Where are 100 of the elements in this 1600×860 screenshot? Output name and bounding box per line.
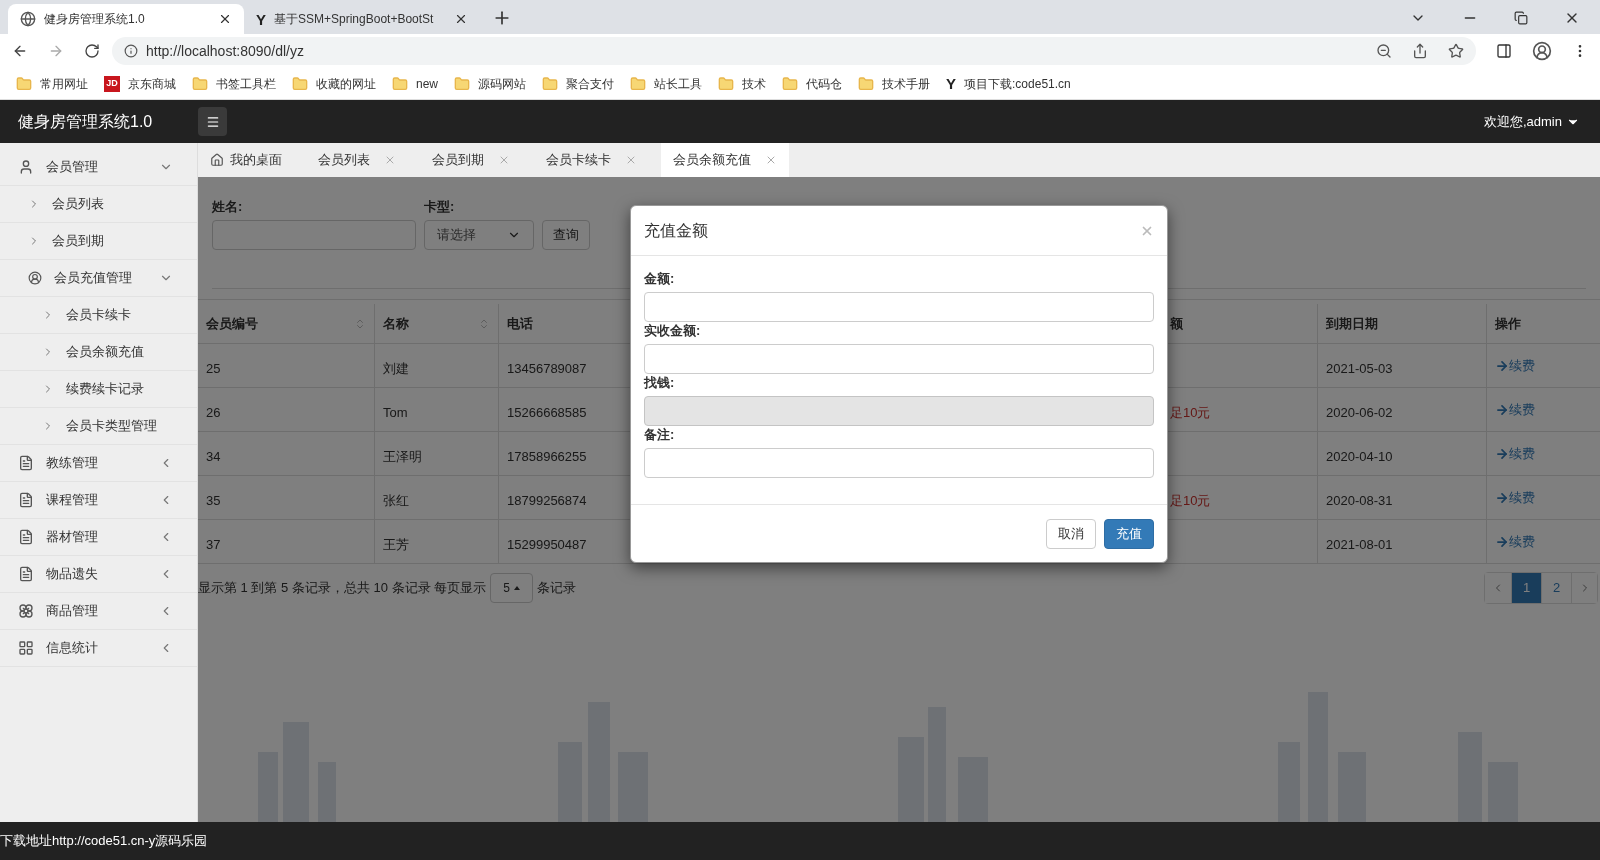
globe-icon [20,11,36,27]
document-icon [18,529,34,545]
sidebar-item[interactable]: 课程管理 [0,482,197,519]
page-size-select[interactable]: 5 [490,573,533,603]
cancel-button[interactable]: 取消 [1046,518,1096,549]
table-cell: 15266668585 [507,405,587,420]
table-cell: 18799256874 [507,493,587,508]
zoom-icon[interactable] [1376,43,1392,59]
table-cell: 张红 [383,493,409,508]
side-panel-icon[interactable] [1496,43,1512,59]
bookmark-link[interactable]: 源码网站 [478,74,526,93]
sidebar-item[interactable]: 会员充值管理 [0,260,197,297]
table-cell: 26 [206,405,221,420]
column-header: 电话 [507,314,533,333]
share-icon[interactable] [1412,43,1428,59]
bookmark-link[interactable]: 技术 [742,74,766,93]
column-header: 到期日期 [1326,314,1378,333]
folder-icon [630,75,646,92]
page-tab[interactable]: 会员余额充值 [661,143,789,177]
query-button[interactable]: 查询 [542,220,590,250]
document-icon [18,492,34,508]
bookmark-link[interactable]: 京东商城 [128,74,176,93]
document-icon [18,455,34,471]
table-cell: 17858966255 [507,449,587,464]
table-cell: 2020-06-02 [1326,405,1393,420]
sidebar-item[interactable]: 会员管理 [0,149,197,186]
page-tab[interactable]: 我的桌面 [198,143,294,177]
sidebar-item[interactable]: 商品管理 [0,593,197,630]
folder-icon [292,75,308,92]
grid-icon [18,640,34,656]
amount-input[interactable] [644,344,1154,374]
page-tab[interactable]: 会员列表 [306,143,408,177]
menu-icon [205,114,220,129]
name-input[interactable] [212,220,416,250]
field-label: 实收金额: [644,322,702,340]
user-circle-icon [28,271,42,285]
recharge-button[interactable]: 充值 [1104,518,1154,549]
table-cell: 2020-08-31 [1326,493,1393,508]
table-cell: 2021-08-01 [1326,537,1393,552]
table-cell: Tom [383,405,408,420]
profile-icon[interactable] [1532,41,1552,61]
site-logo: Y [946,76,957,91]
menu-button[interactable] [198,107,227,136]
reload-icon[interactable] [84,43,100,59]
card-type-select[interactable]: 请选择 [424,220,534,250]
user-icon [18,159,34,175]
table-cell: 35 [206,493,221,508]
sidebar-item[interactable]: 物品遗失 [0,556,197,593]
back-icon[interactable] [12,43,28,59]
sidebar-item[interactable]: 教练管理 [0,445,197,482]
bookmark-link[interactable]: 常用网址 [40,74,88,93]
field-label: 卡型: [424,197,456,216]
sidebar-item[interactable]: 续费续卡记录 [0,371,197,408]
sidebar-item[interactable]: 会员余额充值 [0,334,197,371]
table-cell-text: 足10元 [1169,405,1211,420]
table-cell: 25 [206,361,221,376]
sidebar-item[interactable]: 会员卡类型管理 [0,408,197,445]
folder-icon [542,75,558,92]
field-label: 姓名: [212,197,244,216]
page-tab[interactable]: 会员卡续卡 [534,143,649,177]
table-cell-text: 足10元 [1169,493,1211,508]
close-icon[interactable] [454,12,468,26]
bookmark-link[interactable]: 收藏的网址 [316,74,376,93]
app-title: 健身房管理系统1.0 [17,111,154,132]
column-header: 名称 [383,314,409,333]
folder-icon [192,75,208,92]
site-logo: Y [256,11,266,27]
bookmark-link[interactable]: 代码仓 [806,74,842,93]
table-cell: 2021-05-03 [1326,361,1393,376]
close-icon[interactable] [218,12,232,26]
bookmark-link[interactable]: new [416,74,438,93]
browser-tab[interactable]: 健身房管理系统1.0 [8,4,244,34]
bookmark-link[interactable]: 聚合支付 [566,74,614,93]
sidebar-item[interactable]: 信息统计 [0,630,197,667]
bookmark-link[interactable]: 书签工具栏 [216,74,276,93]
bookmark-link[interactable]: 技术手册 [882,74,930,93]
amount-input[interactable] [644,448,1154,478]
info-icon [124,44,138,58]
table-cell: 刘建 [383,361,409,376]
browser-tab[interactable]: Y 基于SSM+SpringBoot+BootSt [244,4,480,34]
user-menu[interactable]: 欢迎您,admin [1483,111,1600,132]
column-header: 操作 [1495,314,1521,333]
bookmark-link[interactable]: 站长工具 [654,74,702,93]
folder-icon [16,75,32,92]
restore-icon[interactable] [1514,11,1528,25]
field-label: 金额: [644,270,676,288]
sidebar-item[interactable]: 会员列表 [0,186,197,223]
amount-input[interactable] [644,292,1154,322]
sidebar-item[interactable]: 器材管理 [0,519,197,556]
address-bar[interactable]: http://localhost:8090/dl/yz [112,37,1476,65]
bookmark-link[interactable]: 项目下载:code51.cn [964,74,1071,93]
dialog-title: 充值金额 [644,220,709,241]
sidebar-item[interactable]: 会员卡续卡 [0,297,197,334]
page-tab[interactable]: 会员到期 [420,143,522,177]
field-label: 找钱: [644,374,676,392]
sidebar-item[interactable]: 会员到期 [0,223,197,260]
star-icon[interactable] [1448,43,1464,59]
table-cell: 13456789087 [507,361,587,376]
table-cell: 37 [206,537,221,552]
table-cell: 王泽明 [383,449,422,464]
